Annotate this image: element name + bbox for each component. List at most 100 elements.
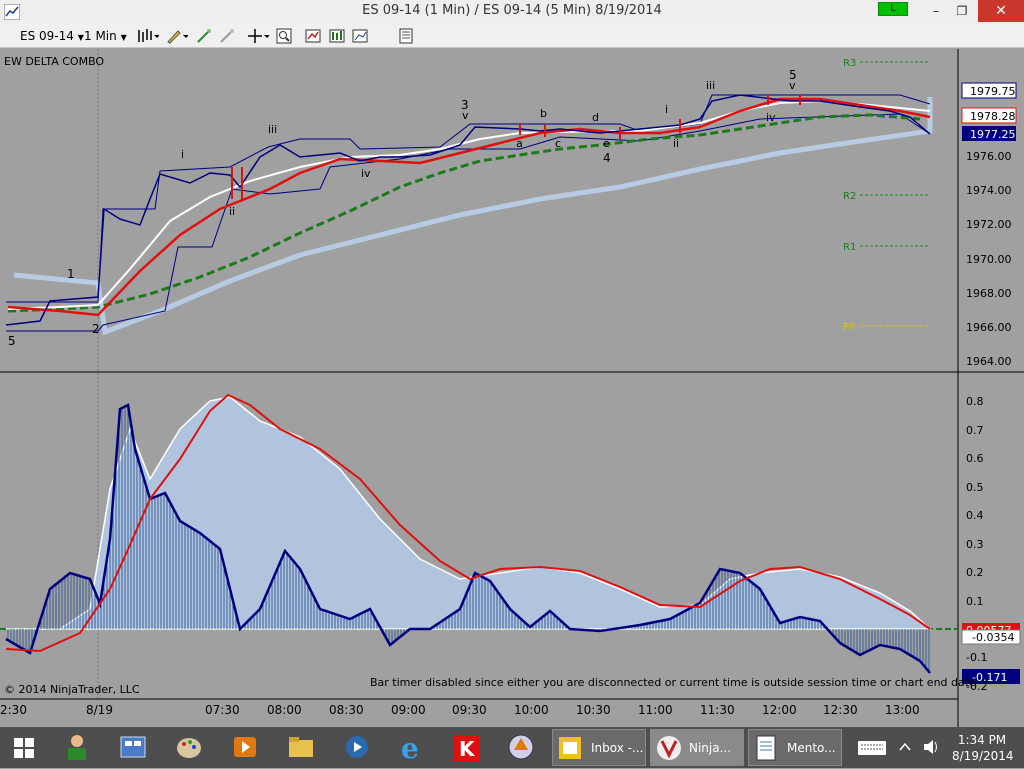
svg-text:K: K bbox=[459, 737, 476, 761]
internet-explorer-icon[interactable]: e bbox=[398, 730, 428, 765]
file-explorer-icon[interactable] bbox=[286, 730, 316, 765]
price-tick: 1972.00 bbox=[966, 218, 1012, 231]
eraser-icon[interactable] bbox=[219, 28, 235, 44]
pencil-draw-icon[interactable] bbox=[166, 28, 189, 44]
minimize-button[interactable]: – bbox=[926, 3, 946, 19]
wave-label: e bbox=[603, 137, 610, 150]
chevron-down-icon: ▼ bbox=[120, 33, 127, 42]
chevron-down-icon: ▼ bbox=[77, 33, 84, 42]
volume-icon[interactable] bbox=[922, 730, 940, 765]
interval-selector[interactable]: 1 Min ▼ bbox=[84, 27, 127, 45]
show-hidden-icons-icon[interactable] bbox=[898, 730, 912, 765]
chart-properties-icon[interactable] bbox=[352, 28, 368, 44]
time-tick: 10:30 bbox=[576, 703, 611, 717]
taskbar-outlook-inbox[interactable]: Inbox -... bbox=[552, 729, 646, 766]
connection-status-indicator[interactable]: L bbox=[878, 2, 908, 16]
clock-date: 8/19/2014 bbox=[952, 749, 1014, 763]
price-channel-lower bbox=[6, 113, 931, 332]
osc-tick: 0.6 bbox=[966, 452, 984, 465]
strategies-icon[interactable] bbox=[329, 28, 345, 44]
taskbar-label: Ninja... bbox=[689, 741, 732, 755]
app-circle-icon[interactable] bbox=[506, 730, 536, 765]
close-button[interactable]: ✕ bbox=[978, 0, 1024, 22]
wave-label: iv bbox=[361, 167, 371, 180]
chart-toolbar: ES 09-14 ▼ 1 Min ▼ bbox=[0, 24, 1024, 48]
price-marker-last: 1977.25 bbox=[970, 128, 1016, 141]
osc-tick: 0.7 bbox=[966, 424, 984, 437]
chart-panel[interactable]: R3 R2 R1 PP 5 1 2 i ii iii iv 3 v a b c … bbox=[0, 49, 1024, 727]
control-panel-icon[interactable] bbox=[118, 730, 148, 765]
taskbar-label: Mento... bbox=[787, 741, 836, 755]
price-axis[interactable]: 1976.00 1974.00 1972.00 1970.00 1968.00 … bbox=[966, 150, 1012, 368]
wave-label: c bbox=[555, 137, 561, 150]
ninjatrader-icon bbox=[657, 736, 681, 760]
time-tick: 08:00 bbox=[267, 703, 302, 717]
media-player-icon[interactable] bbox=[230, 730, 260, 765]
taskbar-mentor[interactable]: Mento... bbox=[748, 729, 842, 766]
osc-marker-fill: -0.0354 bbox=[972, 631, 1014, 644]
osc-tick: -0.1 bbox=[966, 651, 987, 664]
wave-label: 2 bbox=[92, 322, 100, 336]
time-tick: 11:30 bbox=[700, 703, 735, 717]
wave-label: 5 bbox=[8, 334, 16, 348]
time-tick: 09:00 bbox=[391, 703, 426, 717]
zoom-icon[interactable] bbox=[276, 28, 292, 44]
slow-ma-line bbox=[13, 97, 933, 336]
outlook-icon bbox=[559, 737, 581, 759]
taskbar-ninjatrader[interactable]: Ninja... bbox=[650, 729, 744, 766]
document-icon bbox=[756, 735, 776, 761]
system-clock[interactable]: 1:34 PM 8/19/2014 bbox=[952, 732, 1014, 764]
delta-histogram bbox=[7, 405, 930, 672]
time-tick: 11:00 bbox=[638, 703, 673, 717]
time-tick: 12:30 bbox=[823, 703, 858, 717]
crosshair-icon[interactable] bbox=[247, 28, 270, 44]
wave-label: 1 bbox=[67, 267, 75, 281]
bar-type-icon[interactable] bbox=[137, 28, 160, 44]
time-tick: 2:30 bbox=[0, 703, 27, 717]
instrument-selector[interactable]: ES 09-14 ▼ bbox=[20, 27, 84, 45]
wave-label: v bbox=[462, 109, 469, 122]
wave-label: v bbox=[789, 79, 796, 92]
wave-label: d bbox=[592, 111, 599, 124]
fast-ema-white bbox=[7, 99, 931, 310]
price-bars bbox=[5, 94, 931, 326]
price-markers: 1979.75 1978.28 1977.25 bbox=[961, 82, 1017, 141]
osc-tick: 0.3 bbox=[966, 538, 984, 551]
osc-tick: 0.4 bbox=[966, 509, 984, 522]
pivot-label-pp: PP bbox=[843, 322, 855, 333]
instrument-value: ES 09-14 bbox=[20, 29, 74, 43]
pivot-label-r3: R3 bbox=[843, 58, 856, 69]
time-tick: 09:30 bbox=[452, 703, 487, 717]
paint-icon[interactable] bbox=[174, 730, 204, 765]
quicktime-icon[interactable] bbox=[342, 730, 372, 765]
price-marker-ema: 1978.28 bbox=[970, 110, 1016, 123]
templates-icon[interactable] bbox=[398, 28, 414, 44]
restore-button[interactable]: ❐ bbox=[952, 3, 972, 19]
wave-label: iii bbox=[268, 123, 277, 136]
keyboard-icon[interactable] bbox=[856, 730, 888, 765]
people-app-icon[interactable] bbox=[62, 730, 92, 765]
price-tick: 1974.00 bbox=[966, 184, 1012, 197]
wave-label: i bbox=[665, 103, 668, 116]
windows-start-icon[interactable] bbox=[10, 730, 40, 765]
magic-wand-icon[interactable] bbox=[196, 28, 212, 44]
osc-tick: 0.1 bbox=[966, 595, 984, 608]
taskbar-label: Inbox -... bbox=[591, 741, 644, 755]
price-tick: 1964.00 bbox=[966, 355, 1012, 368]
oscillator-axis[interactable]: 0.8 0.7 0.6 0.5 0.4 0.3 0.2 0.1 0 -0.1 -… bbox=[966, 395, 987, 693]
indicators-icon[interactable] bbox=[305, 28, 321, 44]
time-tick: 8/19 bbox=[86, 703, 113, 717]
price-tick: 1968.00 bbox=[966, 287, 1012, 300]
time-tick: 13:00 bbox=[885, 703, 920, 717]
windows-taskbar: e K Inbox -... Ninja... Mento... 1:34 PM… bbox=[0, 727, 1024, 768]
osc-tick: 0.2 bbox=[966, 566, 984, 579]
elliott-wave-labels: 5 1 2 i ii iii iv 3 v a b c d e 4 i ii i… bbox=[8, 68, 797, 348]
pivot-label-r1: R1 bbox=[843, 242, 856, 253]
time-axis[interactable]: 2:30 8/19 07:30 08:00 08:30 09:00 09:30 … bbox=[0, 703, 920, 717]
wave-label: ii bbox=[229, 205, 235, 218]
clock-time: 1:34 PM bbox=[957, 733, 1007, 747]
chart-canvas[interactable]: R3 R2 R1 PP 5 1 2 i ii iii iv 3 v a b c … bbox=[0, 49, 1024, 727]
kaspersky-icon[interactable]: K bbox=[452, 730, 482, 765]
osc-marker-delta: -0.171 bbox=[972, 671, 1007, 684]
indicator-label: EW DELTA COMBO bbox=[4, 55, 104, 68]
